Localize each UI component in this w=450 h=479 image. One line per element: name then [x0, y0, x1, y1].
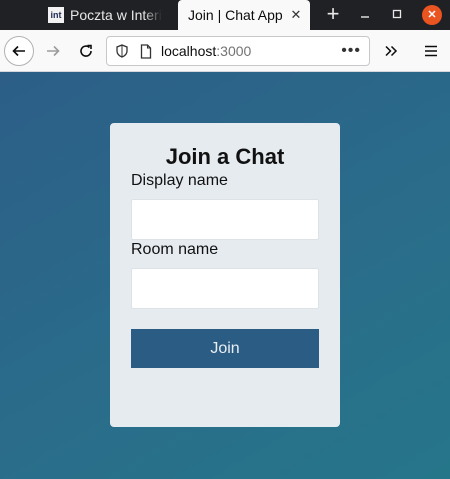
reload-icon: [80, 44, 92, 57]
url-text[interactable]: localhost:3000: [161, 43, 251, 59]
reload-button[interactable]: [71, 36, 101, 66]
room-name-label: Room name: [131, 241, 219, 258]
forward-button[interactable]: [38, 36, 68, 66]
tab-poczta[interactable]: int Poczta w Interi: [40, 0, 177, 30]
tab-title: Poczta w Interi: [70, 7, 162, 23]
maximize-icon: [392, 9, 402, 19]
tab-join-chat[interactable]: Join | Chat App ✕: [178, 0, 310, 30]
join-chat-form: Join a Chat Display name Room name Join: [110, 123, 340, 427]
tab-close-icon[interactable]: ✕: [289, 8, 303, 22]
new-tab-button[interactable]: +: [322, 3, 344, 26]
url-bar[interactable]: localhost:3000 •••: [106, 36, 370, 66]
url-port: :3000: [216, 43, 252, 59]
tab-strip: int Poczta w Interi Join | Chat App ✕ +: [0, 0, 450, 30]
toolbar-overflow-button[interactable]: [376, 36, 406, 66]
url-host: localhost: [161, 43, 217, 59]
close-icon: [428, 10, 436, 18]
tab-title: Join | Chat App: [188, 7, 283, 23]
arrow-right-icon: [47, 45, 60, 57]
form-title: Join a Chat: [165, 144, 285, 169]
chevron-double-right-icon: [385, 45, 398, 57]
minimize-button[interactable]: [356, 6, 374, 24]
interia-favicon-icon: int: [48, 7, 64, 23]
shield-icon[interactable]: [115, 43, 129, 59]
navigation-toolbar: localhost:3000 •••: [0, 30, 450, 72]
room-name-input[interactable]: [131, 268, 319, 309]
maximize-button[interactable]: [388, 6, 406, 24]
page-content: Join a Chat Display name Room name Join: [0, 72, 450, 479]
ellipsis-icon[interactable]: •••: [341, 43, 361, 59]
page-icon[interactable]: [139, 43, 153, 59]
menu-button[interactable]: [416, 36, 446, 66]
back-button[interactable]: [4, 36, 34, 66]
minimize-icon: [361, 16, 369, 18]
join-button[interactable]: Join: [131, 329, 319, 368]
window-close-button[interactable]: [422, 5, 442, 25]
display-name-input[interactable]: [131, 199, 319, 240]
display-name-label: Display name: [131, 172, 228, 189]
arrow-left-icon: [12, 45, 25, 57]
hamburger-icon: [425, 45, 437, 57]
